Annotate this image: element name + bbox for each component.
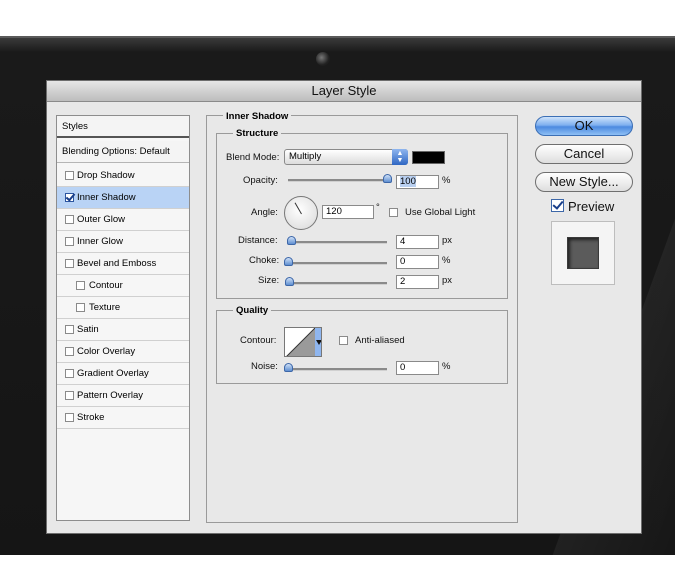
size-slider-track[interactable] [288, 282, 387, 285]
style-item-gradient-overlay[interactable]: Gradient Overlay [57, 363, 189, 385]
size-unit: px [442, 275, 453, 286]
preview-checkbox[interactable] [551, 199, 564, 212]
anti-aliased-checkbox[interactable] [339, 336, 348, 345]
opacity-slider-track[interactable] [288, 179, 387, 182]
opacity-unit: % [442, 175, 451, 186]
distance-slider-track[interactable] [288, 241, 387, 244]
preview-thumbnail [551, 221, 615, 285]
blend-mode-label: Blend Mode: [226, 152, 280, 163]
quality-title: Quality [233, 305, 272, 316]
size-slider-thumb[interactable] [285, 277, 294, 286]
style-item-label: Gradient Overlay [77, 368, 149, 379]
select-arrows-icon: ▲ ▼ [392, 149, 408, 165]
color-overlay-checkbox[interactable] [65, 347, 74, 356]
style-item-outer-glow[interactable]: Outer Glow [57, 209, 189, 231]
inner-glow-checkbox[interactable] [65, 237, 74, 246]
noise-input[interactable]: 0 [396, 361, 439, 375]
style-item-inner-glow[interactable]: Inner Glow [57, 231, 189, 253]
styles-header[interactable]: Styles [57, 116, 189, 138]
gradient-overlay-checkbox[interactable] [65, 369, 74, 378]
style-item-texture[interactable]: Texture [57, 297, 189, 319]
size-label: Size: [258, 275, 280, 286]
style-item-stroke[interactable]: Stroke [57, 407, 189, 429]
cancel-button[interactable]: Cancel [535, 144, 633, 164]
style-item-label: Inner Shadow [77, 192, 136, 203]
dialog-title: Layer Style [47, 81, 641, 102]
choke-slider-track[interactable] [288, 262, 387, 265]
opacity-label: Opacity: [243, 175, 278, 186]
distance-slider-thumb[interactable] [287, 236, 296, 245]
noise-label: Noise: [251, 361, 278, 372]
contour-picker[interactable] [284, 327, 322, 357]
size-input[interactable]: 2 [396, 275, 439, 289]
styles-list: Styles Blending Options: Default Drop Sh… [56, 115, 190, 521]
bevel-emboss-checkbox[interactable] [65, 259, 74, 268]
outer-glow-checkbox[interactable] [65, 215, 74, 224]
blending-options-item[interactable]: Blending Options: Default [57, 141, 189, 163]
new-style-button[interactable]: New Style... [535, 172, 633, 192]
noise-slider-thumb[interactable] [284, 363, 293, 372]
style-item-label: Inner Glow [77, 236, 123, 247]
choke-label: Choke: [249, 255, 280, 266]
style-item-label: Pattern Overlay [77, 390, 143, 401]
angle-input[interactable]: 120 [322, 205, 374, 219]
distance-input[interactable]: 4 [396, 235, 439, 249]
contour-checkbox[interactable] [76, 281, 85, 290]
style-item-inner-shadow[interactable]: Inner Shadow [57, 187, 189, 209]
style-item-label: Drop Shadow [77, 170, 135, 181]
preview-swatch [567, 237, 599, 269]
drop-shadow-checkbox[interactable] [65, 171, 74, 180]
distance-label: Distance: [238, 235, 278, 246]
style-item-satin[interactable]: Satin [57, 319, 189, 341]
stroke-checkbox[interactable] [65, 413, 74, 422]
contour-label: Contour: [240, 335, 277, 346]
inner-shadow-title: Inner Shadow [223, 111, 292, 122]
layer-style-dialog: Layer Style Styles Blending Options: Def… [46, 80, 642, 534]
style-item-label: Outer Glow [77, 214, 126, 225]
choke-input[interactable]: 0 [396, 255, 439, 269]
style-item-label: Texture [89, 302, 121, 313]
quality-group [216, 310, 508, 384]
structure-title: Structure [233, 128, 282, 139]
angle-label: Angle: [251, 207, 278, 218]
choke-slider-thumb[interactable] [284, 257, 293, 266]
pattern-overlay-checkbox[interactable] [65, 391, 74, 400]
inner-shadow-checkbox[interactable] [65, 193, 74, 202]
contour-curve-icon [286, 328, 321, 356]
angle-unit: ° [376, 202, 380, 213]
noise-slider-track[interactable] [288, 368, 387, 371]
blend-mode-value: Multiply [289, 151, 322, 162]
style-item-label: Satin [77, 324, 99, 335]
satin-checkbox[interactable] [65, 325, 74, 334]
choke-unit: % [442, 255, 451, 266]
anti-aliased-label: Anti-aliased [355, 335, 405, 346]
noise-unit: % [442, 361, 451, 372]
style-item-label: Contour [89, 280, 123, 291]
style-item-bevel-emboss[interactable]: Bevel and Emboss [57, 253, 189, 275]
camera-icon [316, 52, 330, 66]
preview-label: Preview [568, 199, 615, 214]
use-global-light-checkbox[interactable] [389, 208, 398, 217]
style-item-label: Stroke [77, 412, 105, 423]
blend-mode-select[interactable]: Multiply ▲ ▼ [284, 149, 408, 165]
texture-checkbox[interactable] [76, 303, 85, 312]
style-item-contour[interactable]: Contour [57, 275, 189, 297]
shadow-color-swatch[interactable] [412, 151, 445, 164]
style-item-label: Bevel and Emboss [77, 258, 157, 269]
style-item-drop-shadow[interactable]: Drop Shadow [57, 165, 189, 187]
opacity-slider-thumb[interactable] [383, 174, 392, 183]
opacity-input[interactable]: 100 [396, 175, 439, 189]
style-item-label: Color Overlay [77, 346, 136, 357]
use-global-light-label: Use Global Light [405, 207, 476, 218]
angle-dial[interactable] [284, 196, 318, 230]
style-item-pattern-overlay[interactable]: Pattern Overlay [57, 385, 189, 407]
style-item-color-overlay[interactable]: Color Overlay [57, 341, 189, 363]
ok-button[interactable]: OK [535, 116, 633, 136]
distance-unit: px [442, 235, 453, 246]
angle-needle [294, 202, 302, 215]
